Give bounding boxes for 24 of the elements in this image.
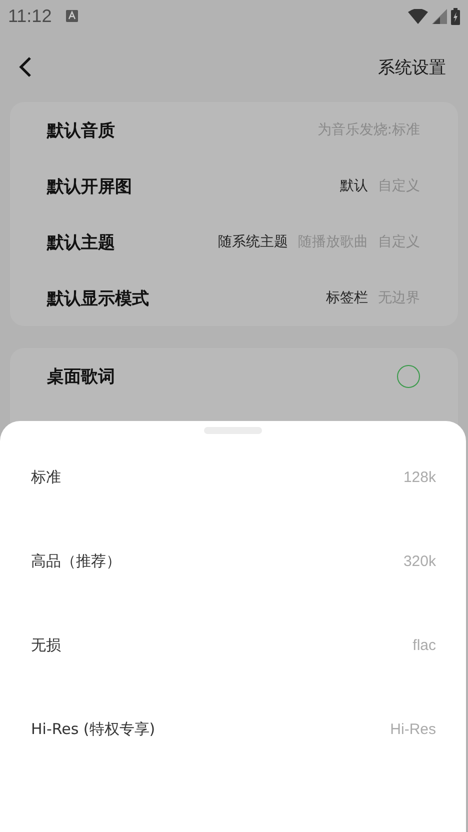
setting-label: 默认音质 bbox=[47, 120, 115, 142]
radio-button[interactable] bbox=[397, 364, 420, 388]
signal-icon bbox=[432, 8, 447, 24]
quality-option[interactable]: 高品（推荐） bbox=[31, 552, 121, 570]
bitrate-label: flac bbox=[412, 636, 436, 654]
wifi-icon bbox=[408, 8, 428, 24]
bitrate-label: 320k bbox=[403, 552, 436, 570]
quality-option[interactable]: Hi-Res (特权专享) bbox=[31, 720, 156, 738]
battery-icon bbox=[451, 8, 460, 24]
quality-option[interactable]: 标准 bbox=[31, 468, 61, 486]
bitrate-label: 128k bbox=[403, 468, 436, 486]
setting-label: 桌面歌词 bbox=[47, 366, 115, 388]
setting-label: 默认开屏图 bbox=[47, 176, 132, 198]
option-button[interactable]: 默认 bbox=[340, 177, 368, 195]
status-time: 11:12 bbox=[8, 6, 52, 26]
page-title: 系统设置 bbox=[378, 56, 446, 78]
notification-icon bbox=[66, 10, 78, 22]
setting-label: 默认主题 bbox=[47, 232, 115, 254]
quality-option[interactable]: 无损 bbox=[31, 636, 61, 654]
option-button[interactable]: 标签栏 bbox=[326, 289, 368, 307]
option-button[interactable]: 随系统主题 bbox=[218, 233, 288, 251]
bitrate-label: Hi-Res bbox=[390, 720, 436, 738]
setting-label: 默认显示模式 bbox=[47, 288, 149, 310]
back-button[interactable] bbox=[18, 56, 34, 78]
